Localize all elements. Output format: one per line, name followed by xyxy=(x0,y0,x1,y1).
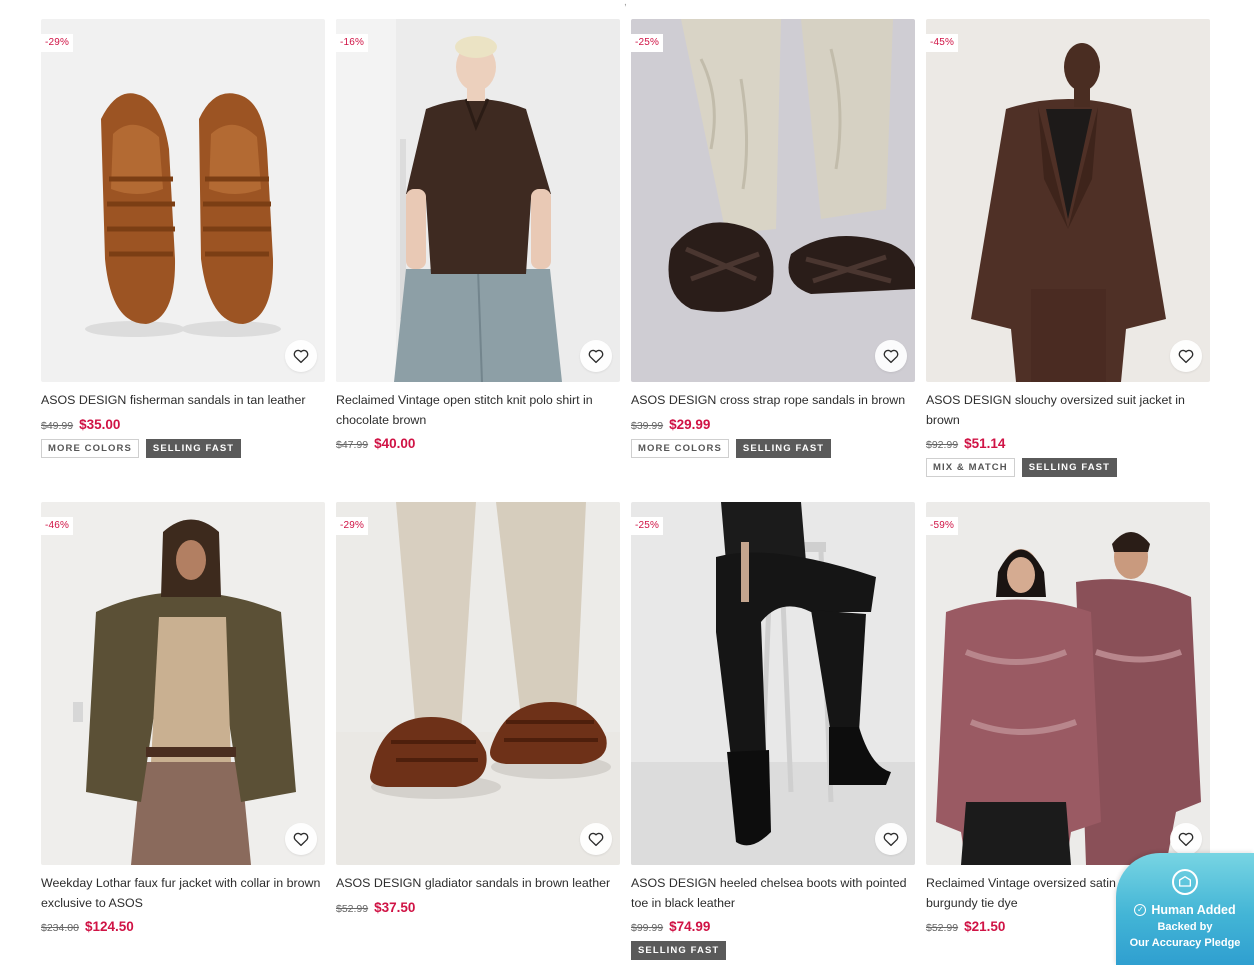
heart-icon xyxy=(883,349,899,364)
sale-price: $35.00 xyxy=(79,416,121,432)
product-image[interactable]: -29% xyxy=(336,502,620,865)
product-card[interactable]: -29% ASOS DESIGN fisherman sandals in ta… xyxy=(41,19,325,483)
save-for-later-button[interactable] xyxy=(580,823,612,855)
discount-badge: -59% xyxy=(926,517,959,535)
sale-price: $74.99 xyxy=(669,919,711,934)
heart-icon xyxy=(588,349,604,364)
discount-badge: -16% xyxy=(336,34,369,52)
save-for-later-button[interactable] xyxy=(580,340,612,372)
product-image[interactable]: -45% xyxy=(926,19,1210,382)
original-price: $99.99 xyxy=(631,922,664,934)
product-title[interactable]: ASOS DESIGN cross strap rope sandals in … xyxy=(631,391,915,411)
heart-icon xyxy=(588,832,604,847)
discount-badge: -29% xyxy=(336,517,369,535)
product-image[interactable]: -25% xyxy=(631,502,915,865)
heart-icon xyxy=(293,349,309,364)
price-row: $234.00 $124.50 xyxy=(41,919,325,934)
selling-fast-badge: SELLING FAST xyxy=(1021,458,1118,477)
original-price: $92.99 xyxy=(926,439,959,451)
product-card[interactable]: -46% Weekday Lothar faux fur jacket with… xyxy=(41,502,325,962)
product-badges: SELLING FAST xyxy=(631,941,915,960)
product-image-gladiator-sandals xyxy=(336,502,620,865)
product-title[interactable]: ASOS DESIGN slouchy oversized suit jacke… xyxy=(926,391,1210,430)
more-colors-badge[interactable]: MORE COLORS xyxy=(41,438,139,458)
discount-badge: -25% xyxy=(631,34,664,52)
product-card[interactable]: -29% ASOS DESIGN gladiator sandals in br… xyxy=(336,502,620,962)
product-image[interactable]: -59% xyxy=(926,502,1210,865)
mix-and-match-badge[interactable]: MIX & MATCH xyxy=(926,458,1015,477)
sale-price: $124.50 xyxy=(84,919,134,934)
more-colors-badge[interactable]: MORE COLORS xyxy=(631,438,729,458)
product-title[interactable]: ASOS DESIGN heeled chelsea boots with po… xyxy=(631,874,915,913)
original-price: $52.99 xyxy=(926,922,959,934)
product-badges: MIX & MATCH SELLING FAST xyxy=(926,458,1210,477)
top-marker: , xyxy=(624,0,627,8)
sale-price: $29.99 xyxy=(669,416,711,432)
price-row: $49.99 $35.00 xyxy=(41,417,325,432)
heart-icon xyxy=(293,832,309,847)
product-title[interactable]: Weekday Lothar faux fur jacket with coll… xyxy=(41,874,325,913)
selling-fast-badge: SELLING FAST xyxy=(735,438,832,458)
heart-icon xyxy=(883,832,899,847)
product-badges: MORE COLORS SELLING FAST xyxy=(41,438,325,458)
product-image-tan-sandals xyxy=(41,19,325,382)
discount-badge: -46% xyxy=(41,517,74,535)
product-card[interactable]: -25% ASOS DESIGN heeled chelsea boots wi… xyxy=(631,502,915,962)
discount-badge: -29% xyxy=(41,34,74,52)
product-image[interactable]: -16% xyxy=(336,19,620,382)
save-for-later-button[interactable] xyxy=(285,823,317,855)
sale-price: $37.50 xyxy=(374,899,416,915)
price-row: $92.99 $51.14 xyxy=(926,436,1210,451)
product-card[interactable]: -45% ASOS DESIGN slouchy oversized suit … xyxy=(926,19,1210,483)
check-circle-icon: ✓ xyxy=(1134,904,1147,916)
save-for-later-button[interactable] xyxy=(1170,340,1202,372)
product-title[interactable]: ASOS DESIGN gladiator sandals in brown l… xyxy=(336,874,620,894)
product-grid: -29% ASOS DESIGN fisherman sandals in ta… xyxy=(41,19,1212,962)
product-image[interactable]: -25% xyxy=(631,19,915,382)
price-row: $52.99 $37.50 xyxy=(336,900,620,915)
original-price: $47.99 xyxy=(336,439,369,451)
original-price: $39.99 xyxy=(631,419,664,432)
price-row: $99.99 $74.99 xyxy=(631,919,915,934)
original-price: $234.00 xyxy=(41,922,79,934)
pledge-line-1: Backed by xyxy=(1157,921,1213,933)
accuracy-pledge-widget[interactable]: ✓ Human Added Backed by Our Accuracy Ple… xyxy=(1116,853,1254,965)
heart-icon xyxy=(1178,832,1194,847)
product-image[interactable]: -46% xyxy=(41,502,325,865)
product-image-chelsea-boots xyxy=(631,502,915,865)
save-for-later-button[interactable] xyxy=(1170,823,1202,855)
discount-badge: -25% xyxy=(631,517,664,535)
original-price: $52.99 xyxy=(336,902,369,915)
pledge-headline-row: ✓ Human Added xyxy=(1116,903,1254,917)
product-title[interactable]: Reclaimed Vintage open stitch knit polo … xyxy=(336,391,620,430)
selling-fast-badge: SELLING FAST xyxy=(145,438,242,458)
price-row: $47.99 $40.00 xyxy=(336,436,620,451)
product-card[interactable]: -25% ASOS DESIGN cross strap rope sandal… xyxy=(631,19,915,483)
sale-price: $51.14 xyxy=(964,436,1006,451)
product-image-faux-fur-jacket xyxy=(41,502,325,865)
save-for-later-button[interactable] xyxy=(875,823,907,855)
sale-price: $40.00 xyxy=(374,436,416,451)
save-for-later-button[interactable] xyxy=(875,340,907,372)
pledge-logo-icon xyxy=(1172,869,1198,895)
product-image-suit-jacket xyxy=(926,19,1210,382)
product-image-rope-sandals xyxy=(631,19,915,382)
pledge-headline: Human Added xyxy=(1151,903,1236,917)
product-image[interactable]: -29% xyxy=(41,19,325,382)
selling-fast-badge: SELLING FAST xyxy=(631,941,727,960)
product-card[interactable]: -16% Reclaimed Vintage open stitch knit … xyxy=(336,19,620,483)
sale-price: $21.50 xyxy=(964,919,1006,934)
product-image-satin-shirts xyxy=(926,502,1210,865)
heart-icon xyxy=(1178,349,1194,364)
product-image-knit-polo xyxy=(336,19,620,382)
product-badges: MORE COLORS SELLING FAST xyxy=(631,438,915,458)
product-title[interactable]: ASOS DESIGN fisherman sandals in tan lea… xyxy=(41,391,325,411)
price-row: $39.99 $29.99 xyxy=(631,417,915,432)
pledge-line-2: Our Accuracy Pledge xyxy=(1129,937,1241,949)
save-for-later-button[interactable] xyxy=(285,340,317,372)
discount-badge: -45% xyxy=(926,34,959,52)
original-price: $49.99 xyxy=(41,419,74,432)
